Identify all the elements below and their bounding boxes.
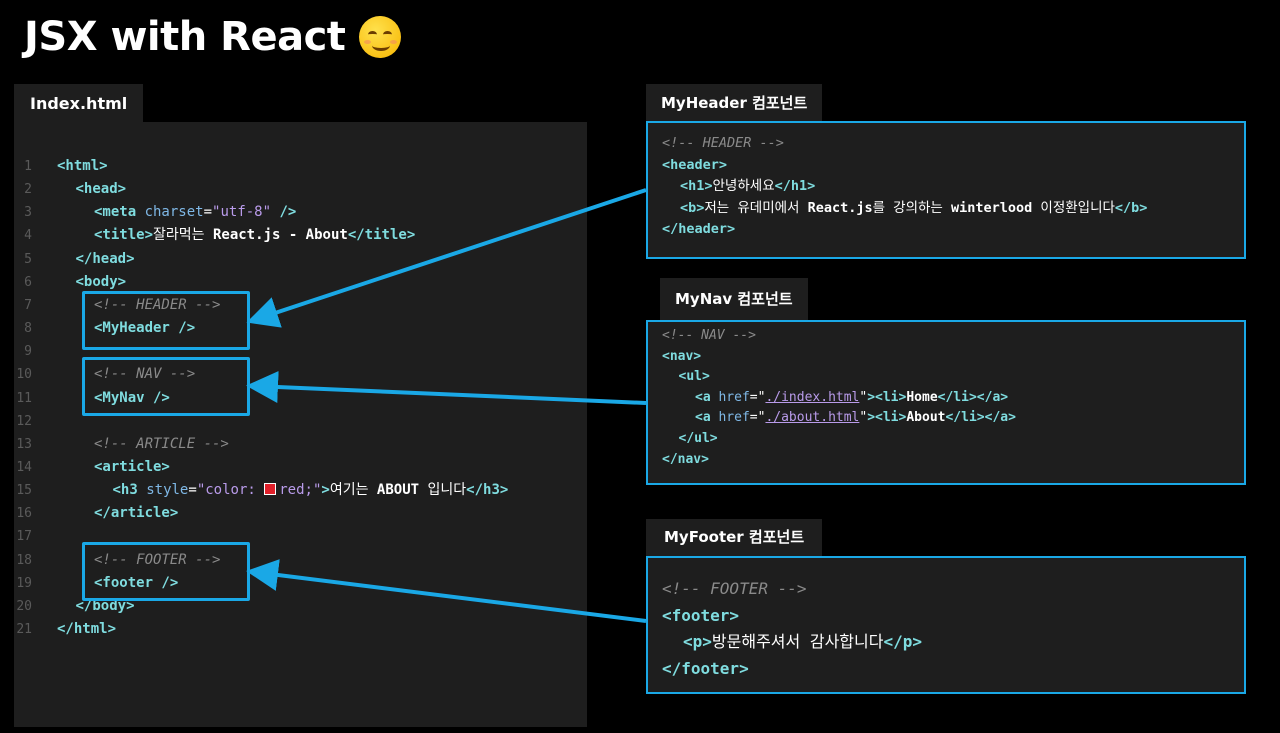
footer-arrow xyxy=(246,559,647,623)
connector-arrows xyxy=(246,188,647,623)
nav-arrow xyxy=(246,371,647,405)
header-arrow xyxy=(246,188,647,328)
